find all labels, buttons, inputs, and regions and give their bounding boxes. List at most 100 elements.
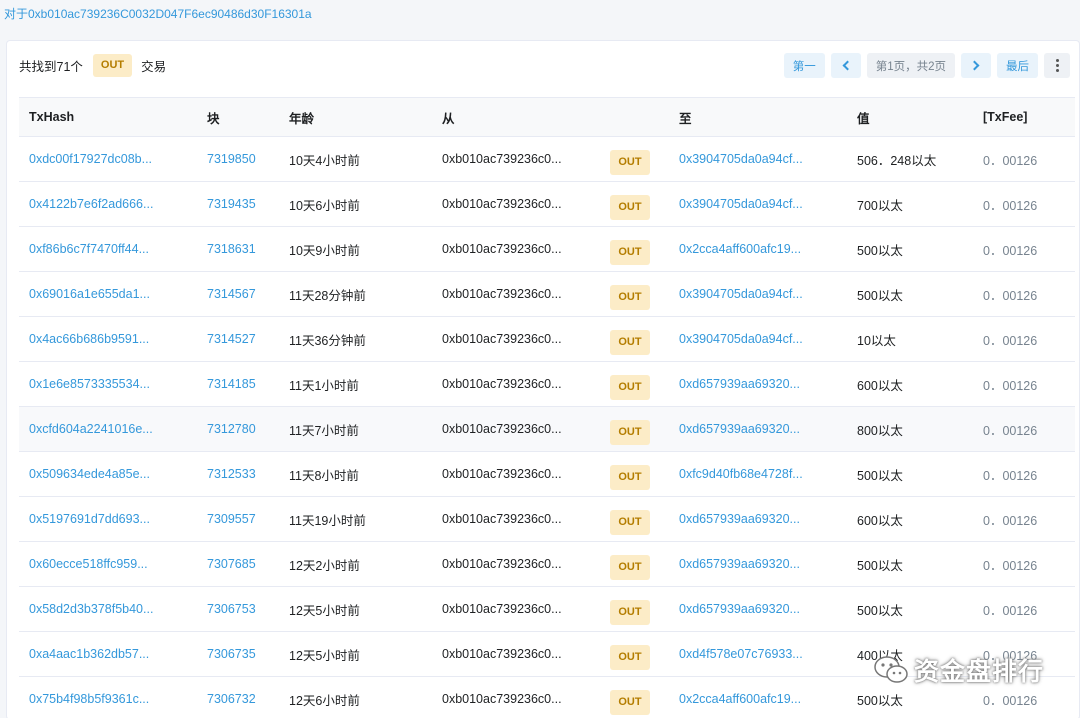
txhash-link[interactable]: 0x60ecce518ffc959... (29, 557, 148, 571)
table-row: 0xcfd604a2241016e... 7312780 11天7小时前 0xb010… (19, 406, 1075, 452)
block-cell: 7312533 (197, 452, 279, 497)
to-address-link[interactable]: 0x3904705da0a94cf... (679, 152, 803, 166)
txhash-cell: 0x4122b7e6f2ad666... (19, 182, 197, 227)
out-tag: OUT (610, 149, 650, 175)
txhash-cell: 0x58d2d3b378f5b40... (19, 587, 197, 632)
txhash-link[interactable]: 0xcfd604a2241016e... (29, 422, 153, 436)
last-page-button[interactable]: 最后 (997, 53, 1038, 78)
to-cell: 0xfc9d40fb68e4728f... (669, 452, 847, 497)
value-cell: 600以太 (857, 378, 903, 393)
table-row: 0x4ac66b686b9591... 7314527 11天36分钟前 0xb010… (19, 317, 1075, 362)
from-cell: 0xb010ac739236c0... (442, 467, 562, 481)
txfee-cell: 0．00126 (983, 603, 1038, 618)
block-link[interactable]: 7314527 (207, 332, 256, 346)
value-cell: 500以太 (857, 288, 903, 303)
direction-cell: OUT (610, 632, 669, 677)
table-row: 0x509634ede4a85e... 7312533 11天8小时前 0xb010a… (19, 452, 1075, 497)
to-address-link[interactable]: 0xd657939aa69320... (679, 602, 800, 616)
to-address-link[interactable]: 0xfc9d40fb68e4728f... (679, 467, 803, 481)
direction-cell: OUT (610, 542, 669, 587)
block-link[interactable]: 7309557 (207, 512, 256, 526)
block-cell: 7314527 (197, 317, 279, 362)
txfee-cell: 0．00126 (983, 558, 1038, 573)
block-link[interactable]: 7319850 (207, 152, 256, 166)
block-cell: 7319435 (197, 182, 279, 227)
txhash-link[interactable]: 0xdc00f17927dc08b... (29, 152, 152, 166)
txhash-cell: 0x509634ede4a85e... (19, 452, 197, 497)
table-header-row: TxHash 块 年龄 从 至 值 [TxFee] (19, 97, 1075, 137)
direction-cell: OUT (610, 362, 669, 407)
txhash-link[interactable]: 0xa4aac1b362db57... (29, 647, 149, 661)
age-cell: 11天28分钟前 (289, 288, 366, 303)
to-address-link[interactable]: 0xd4f578e07c76933... (679, 647, 803, 661)
block-cell: 7306753 (197, 587, 279, 632)
txhash-link[interactable]: 0x4122b7e6f2ad666... (29, 197, 153, 211)
txhash-link[interactable]: 0x509634ede4a85e... (29, 467, 150, 481)
block-cell: 7314185 (197, 362, 279, 407)
age-cell: 11天8小时前 (289, 468, 359, 483)
txhash-link[interactable]: 0x75b4f98b5f9361c... (29, 692, 149, 706)
age-cell: 10天4小时前 (289, 153, 360, 168)
age-cell: 12天5小时前 (289, 648, 360, 663)
direction-cell: OUT (610, 677, 669, 718)
prev-page-button[interactable] (830, 53, 861, 78)
next-page-button[interactable] (961, 53, 991, 78)
table-row: 0x4122b7e6f2ad666... 7319435 10天6小时前 0xb010… (19, 182, 1075, 227)
to-address-link[interactable]: 0x3904705da0a94cf... (679, 197, 803, 211)
transactions-card: 共找到71个 OUT 交易 第一 第1页，共2页 最后 TxHash 块 年龄 … (6, 40, 1080, 718)
txhash-link[interactable]: 0x4ac66b686b9591... (29, 332, 149, 346)
filter-address-text: 对于0xb010ac739236C0032D047F6ec90486d30F16… (4, 7, 312, 21)
to-address-link[interactable]: 0x2cca4aff600afc19... (679, 242, 801, 256)
from-cell: 0xb010ac739236c0... (442, 602, 562, 616)
more-options-button[interactable] (1044, 53, 1070, 78)
to-address-link[interactable]: 0x3904705da0a94cf... (679, 287, 803, 301)
col-txhash: TxHash (19, 97, 197, 137)
first-page-button[interactable]: 第一 (783, 53, 825, 78)
to-cell: 0xd657939aa69320... (669, 497, 847, 542)
block-link[interactable]: 7306753 (207, 602, 256, 616)
block-cell: 7307685 (197, 542, 279, 587)
direction-cell: OUT (610, 182, 669, 227)
to-address-link[interactable]: 0xd657939aa69320... (679, 377, 800, 391)
age-cell: 11天1小时前 (289, 378, 359, 393)
txhash-link[interactable]: 0x69016a1e655da1... (29, 287, 150, 301)
direction-cell: OUT (610, 587, 669, 632)
txhash-link[interactable]: 0x58d2d3b378f5b40... (29, 602, 153, 616)
txhash-cell: 0x60ecce518ffc959... (19, 542, 197, 587)
block-link[interactable]: 7307685 (207, 557, 256, 571)
txhash-cell: 0x69016a1e655da1... (19, 272, 197, 317)
to-address-link[interactable]: 0x2cca4aff600afc19... (679, 692, 801, 706)
to-address-link[interactable]: 0xd657939aa69320... (679, 557, 800, 571)
block-link[interactable]: 7314567 (207, 287, 256, 301)
to-cell: 0x2cca4aff600afc19... (669, 227, 847, 272)
txhash-link[interactable]: 0x5197691d7dd693... (29, 512, 150, 526)
block-cell: 7318631 (197, 227, 279, 272)
block-link[interactable]: 7306735 (207, 647, 256, 661)
txfee-cell: 0．00126 (983, 198, 1038, 213)
out-tag: OUT (610, 689, 650, 715)
block-link[interactable]: 7319435 (207, 197, 256, 211)
to-address-link[interactable]: 0xd657939aa69320... (679, 512, 800, 526)
to-address-link[interactable]: 0x3904705da0a94cf... (679, 332, 803, 346)
block-link[interactable]: 7312533 (207, 467, 256, 481)
out-tag: OUT (610, 239, 650, 265)
age-cell: 12天2小时前 (289, 558, 360, 573)
txhash-link[interactable]: 0xf86b6c7f7470ff44... (29, 242, 149, 256)
to-cell: 0x3904705da0a94cf... (669, 272, 847, 317)
age-cell: 10天6小时前 (289, 198, 360, 213)
out-tag: OUT (610, 644, 650, 670)
block-link[interactable]: 7318631 (207, 242, 256, 256)
block-link[interactable]: 7312780 (207, 422, 256, 436)
direction-cell: OUT (610, 137, 669, 182)
txfee-cell: 0．00126 (983, 468, 1038, 483)
block-link[interactable]: 7314185 (207, 377, 256, 391)
to-address-link[interactable]: 0xd657939aa69320... (679, 422, 800, 436)
txhash-cell: 0xdc00f17927dc08b... (19, 137, 197, 182)
table-row: 0x1e6e8573335534... 7314185 11天1小时前 0xb010a… (19, 362, 1075, 407)
direction-cell: OUT (610, 497, 669, 542)
txhash-link[interactable]: 0x1e6e8573335534... (29, 377, 150, 391)
col-age: 年龄 (279, 97, 432, 137)
block-link[interactable]: 7306732 (207, 692, 256, 706)
value-cell: 500以太 (857, 558, 903, 573)
from-cell: 0xb010ac739236c0... (442, 152, 562, 166)
